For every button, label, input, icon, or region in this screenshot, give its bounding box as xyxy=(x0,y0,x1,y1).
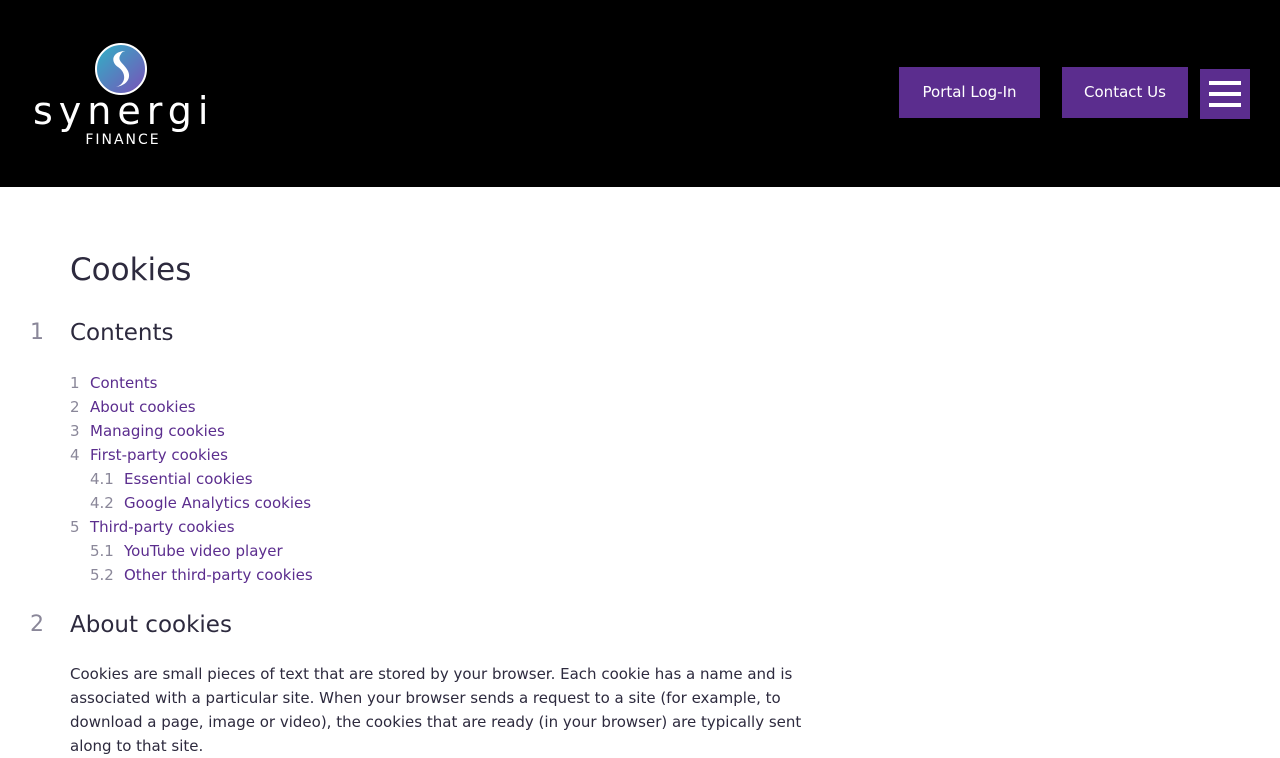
about-cookies-paragraph: Cookies are small pieces of text that ar… xyxy=(70,665,802,755)
site-header: synergi FINANCE Portal Log-In Contact Us xyxy=(0,0,1280,187)
hamburger-menu-icon[interactable] xyxy=(1200,69,1250,119)
toc-item: 3 Managing cookies xyxy=(70,419,313,443)
table-of-contents: 1 Contents 2 About cookies 3 Managing cooki… xyxy=(70,371,313,587)
toc-number: 5.1 xyxy=(90,542,114,560)
menu-bar xyxy=(1209,103,1241,107)
toc-item: 1 Contents xyxy=(70,371,313,395)
toc-number: 5.2 xyxy=(90,566,114,584)
toc-item: 5 Third-party cookies xyxy=(70,515,313,539)
toc-item: 5.2 Other third-party cookies xyxy=(70,563,313,587)
contact-us-button[interactable]: Contact Us xyxy=(1062,67,1188,118)
toc-link-google-analytics-cookies[interactable]: Google Analytics cookies xyxy=(124,494,311,512)
toc-item: 5.1 YouTube video player xyxy=(70,539,313,563)
menu-bar xyxy=(1209,92,1241,96)
section-heading-about-cookies: About cookies xyxy=(70,612,232,638)
toc-link-first-party-cookies[interactable]: First-party cookies xyxy=(90,446,228,464)
logo-wordmark: synergi xyxy=(33,89,215,133)
toc-number: 4 xyxy=(70,446,80,464)
toc-item: 4 First-party cookies xyxy=(70,443,313,467)
page-title: Cookies xyxy=(70,252,192,288)
portal-login-button[interactable]: Portal Log-In xyxy=(899,67,1040,118)
toc-item: 2 About cookies xyxy=(70,395,313,419)
toc-number: 3 xyxy=(70,422,80,440)
toc-number: 1 xyxy=(70,374,80,392)
toc-number: 2 xyxy=(70,398,80,416)
section-heading-contents: Contents xyxy=(70,320,174,346)
menu-bar xyxy=(1209,81,1241,85)
toc-link-other-third-party-cookies[interactable]: Other third-party cookies xyxy=(124,566,313,584)
toc-item: 4.2 Google Analytics cookies xyxy=(70,491,313,515)
toc-link-contents[interactable]: Contents xyxy=(90,374,157,392)
section-number: 1 xyxy=(30,320,44,345)
toc-number: 5 xyxy=(70,518,80,536)
toc-link-third-party-cookies[interactable]: Third-party cookies xyxy=(90,518,235,536)
logo-subtitle: FINANCE xyxy=(85,132,161,148)
synergi-logo[interactable]: synergi FINANCE xyxy=(33,42,213,152)
toc-number: 4.2 xyxy=(90,494,114,512)
section-number: 2 xyxy=(30,612,44,637)
toc-link-about-cookies[interactable]: About cookies xyxy=(90,398,196,416)
toc-item: 4.1 Essential cookies xyxy=(70,467,313,491)
toc-link-managing-cookies[interactable]: Managing cookies xyxy=(90,422,225,440)
toc-link-youtube-video-player[interactable]: YouTube video player xyxy=(124,542,283,560)
toc-number: 4.1 xyxy=(90,470,114,488)
toc-link-essential-cookies[interactable]: Essential cookies xyxy=(124,470,253,488)
